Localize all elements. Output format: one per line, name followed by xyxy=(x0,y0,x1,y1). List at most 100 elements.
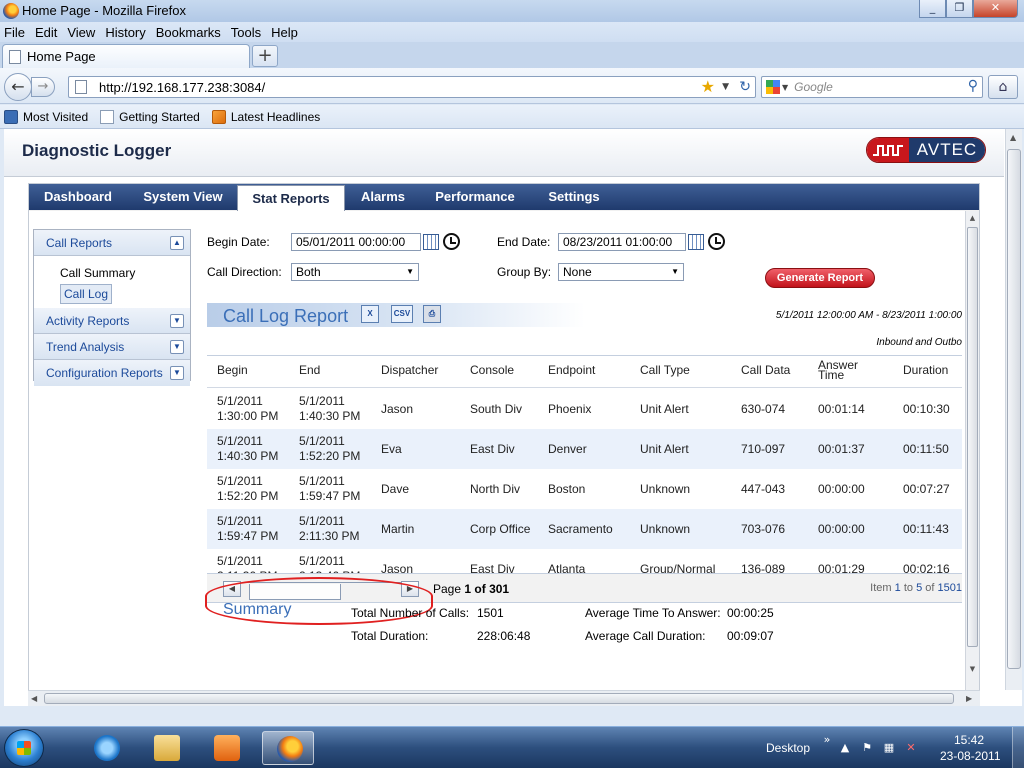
csv-export-icon[interactable]: CSV xyxy=(391,305,413,323)
tab-dashboard[interactable]: Dashboard xyxy=(29,184,127,210)
desktop-toolbar-label[interactable]: Desktop xyxy=(766,741,810,755)
search-engine-dropdown-icon[interactable]: ▼ xyxy=(782,83,788,92)
bookmark-latest-headlines[interactable]: Latest Headlines xyxy=(211,109,320,124)
sidebar-section-call-reports[interactable]: Call Reports ▲ xyxy=(34,230,190,256)
table-row[interactable]: 5/1/20112:11:30 PM 5/1/20112:13:46 PM Jaso… xyxy=(207,549,962,573)
taskbar-firefox[interactable] xyxy=(262,731,314,765)
calendar-icon[interactable] xyxy=(688,234,704,250)
column-header-begin[interactable]: Begin xyxy=(217,364,248,376)
chevron-down-icon[interactable]: ▼ xyxy=(170,366,184,380)
excel-export-icon[interactable]: X xyxy=(361,305,379,323)
taskbar-media-player[interactable] xyxy=(200,731,252,765)
clock-time[interactable]: 15:42 xyxy=(954,733,984,747)
column-header-answer-time[interactable]: Answer Time xyxy=(818,359,868,381)
sidebar-item-call-log[interactable]: Call Log xyxy=(60,284,113,304)
sidebar-section-activity-reports[interactable]: Activity Reports ▼ xyxy=(34,308,190,334)
search-input[interactable]: Google xyxy=(794,80,833,94)
print-icon[interactable]: ⎙ xyxy=(423,305,441,323)
sidebar-item-call-summary[interactable]: Call Summary xyxy=(60,262,190,284)
scrollbar-thumb[interactable] xyxy=(1007,149,1021,669)
pager-prev-button[interactable]: ◀ xyxy=(223,581,241,597)
minimize-button[interactable]: _ xyxy=(919,0,946,18)
chevron-down-icon[interactable]: ▼ xyxy=(170,339,184,354)
tab-performance[interactable]: Performance xyxy=(425,184,525,210)
group-by-select[interactable]: None ▼ xyxy=(558,263,684,281)
clock-icon[interactable] xyxy=(708,233,725,250)
clock-icon[interactable] xyxy=(443,233,460,250)
generate-report-button[interactable]: Generate Report xyxy=(765,268,875,288)
reload-icon[interactable]: ↻ xyxy=(739,77,751,97)
scroll-down-icon[interactable]: ▼ xyxy=(966,663,979,676)
clock-date[interactable]: 23-08-2011 xyxy=(940,749,1001,763)
menu-bookmarks[interactable]: Bookmarks xyxy=(156,25,221,40)
show-desktop-button[interactable] xyxy=(1012,727,1024,768)
call-direction-select[interactable]: Both ▼ xyxy=(291,263,419,281)
sidebar-section-configuration-reports[interactable]: Configuration Reports ▼ xyxy=(34,360,190,386)
bookmark-getting-started[interactable]: Getting Started xyxy=(100,109,200,124)
menu-tools[interactable]: Tools xyxy=(231,25,261,40)
action-center-flag-icon[interactable]: ⚑ xyxy=(860,741,874,755)
back-button[interactable]: ← xyxy=(4,73,32,101)
table-row[interactable]: 5/1/2011 1:40:30 PM 5/1/2011 1:52:20 PM Eva E… xyxy=(207,429,962,469)
scrollbar-thumb[interactable] xyxy=(44,693,954,704)
menu-edit[interactable]: Edit xyxy=(35,25,57,40)
tray-expand-icon[interactable]: ▲ xyxy=(838,741,852,755)
chevron-up-icon[interactable]: ▲ xyxy=(170,235,184,250)
table-cell: East Div xyxy=(470,442,515,456)
bookmark-most-visited[interactable]: Most Visited xyxy=(4,109,89,124)
pager-slider-thumb[interactable] xyxy=(249,584,341,600)
bookmark-star-icon[interactable]: ★ xyxy=(701,77,715,97)
column-header-console[interactable]: Console xyxy=(470,364,514,376)
scroll-up-icon[interactable]: ▲ xyxy=(1010,133,1016,142)
url-dropdown-icon[interactable]: ▼ xyxy=(722,77,729,97)
url-bar[interactable]: http://192.168.177.238:3084/ ★ ▼ ↻ xyxy=(68,76,756,98)
page-horizontal-scrollbar[interactable]: ◀ ▶ xyxy=(28,690,980,706)
new-tab-button[interactable]: + xyxy=(252,45,278,67)
table-row[interactable]: 5/1/2011 1:59:47 PM 5/1/2011 2:11:30 PM Mart… xyxy=(207,509,962,549)
column-header-duration[interactable]: Duration xyxy=(903,364,948,376)
maximize-button[interactable]: ❐ xyxy=(946,0,973,18)
menu-file[interactable]: File xyxy=(4,25,25,40)
scroll-up-icon[interactable]: ▲ xyxy=(966,212,979,225)
begin-date-input[interactable]: 05/01/2011 00:00:00 xyxy=(291,233,421,251)
table-row[interactable]: 5/1/2011 1:52:20 PM 5/1/2011 1:59:47 PM Dave… xyxy=(207,469,962,509)
chevron-down-icon[interactable]: ▼ xyxy=(170,313,184,328)
taskbar-internet-explorer[interactable] xyxy=(80,731,132,765)
column-header-dispatcher[interactable]: Dispatcher xyxy=(381,364,438,376)
menu-history[interactable]: History xyxy=(105,25,145,40)
table-row[interactable]: 5/1/2011 1:30:00 PM 5/1/2011 1:40:30 PM Jaso… xyxy=(207,389,962,429)
tab-home-page[interactable]: Home Page xyxy=(2,44,250,68)
tab-settings[interactable]: Settings xyxy=(537,184,611,210)
tab-alarms[interactable]: Alarms xyxy=(351,184,415,210)
pager-next-button[interactable]: ▶ xyxy=(401,581,419,597)
table-cell: 136-089 xyxy=(741,562,786,573)
forward-button[interactable]: → xyxy=(31,77,55,97)
home-button[interactable]: ⌂ xyxy=(988,75,1018,99)
sidebar-section-trend-analysis[interactable]: Trend Analysis ▼ xyxy=(34,334,190,360)
column-header-endpoint[interactable]: Endpoint xyxy=(548,364,595,376)
tab-stat-reports[interactable]: Stat Reports xyxy=(237,185,345,212)
volume-muted-icon[interactable]: ✕ xyxy=(904,741,918,755)
scroll-right-icon[interactable]: ▶ xyxy=(966,694,972,703)
tab-system-view[interactable]: System View xyxy=(133,184,233,210)
menu-view[interactable]: View xyxy=(67,25,95,40)
search-icon[interactable]: ⚲ xyxy=(968,78,978,94)
calendar-icon[interactable] xyxy=(423,234,439,250)
taskbar-file-explorer[interactable] xyxy=(140,731,192,765)
close-button[interactable]: ✕ xyxy=(973,0,1018,18)
column-header-end[interactable]: End xyxy=(299,364,320,376)
end-date-input[interactable]: 08/23/2011 01:00:00 xyxy=(558,233,686,251)
scroll-left-icon[interactable]: ◀ xyxy=(31,694,37,703)
column-header-call-type[interactable]: Call Type xyxy=(640,364,690,376)
network-icon[interactable]: ▦ xyxy=(882,741,896,755)
start-button[interactable] xyxy=(4,729,44,767)
column-header-call-data[interactable]: Call Data xyxy=(741,364,790,376)
bookmark-label: Most Visited xyxy=(23,109,89,124)
menu-help[interactable]: Help xyxy=(271,25,298,40)
page-vertical-scrollbar[interactable]: ▲ xyxy=(1005,129,1022,690)
toolbar-expand-icon[interactable]: » xyxy=(820,733,834,747)
search-bar[interactable]: ▼ Google ⚲ xyxy=(761,76,983,98)
scrollbar-thumb[interactable] xyxy=(967,227,978,647)
google-icon[interactable] xyxy=(766,80,780,94)
panel-vertical-scrollbar[interactable]: ▲ ▼ xyxy=(965,211,979,692)
